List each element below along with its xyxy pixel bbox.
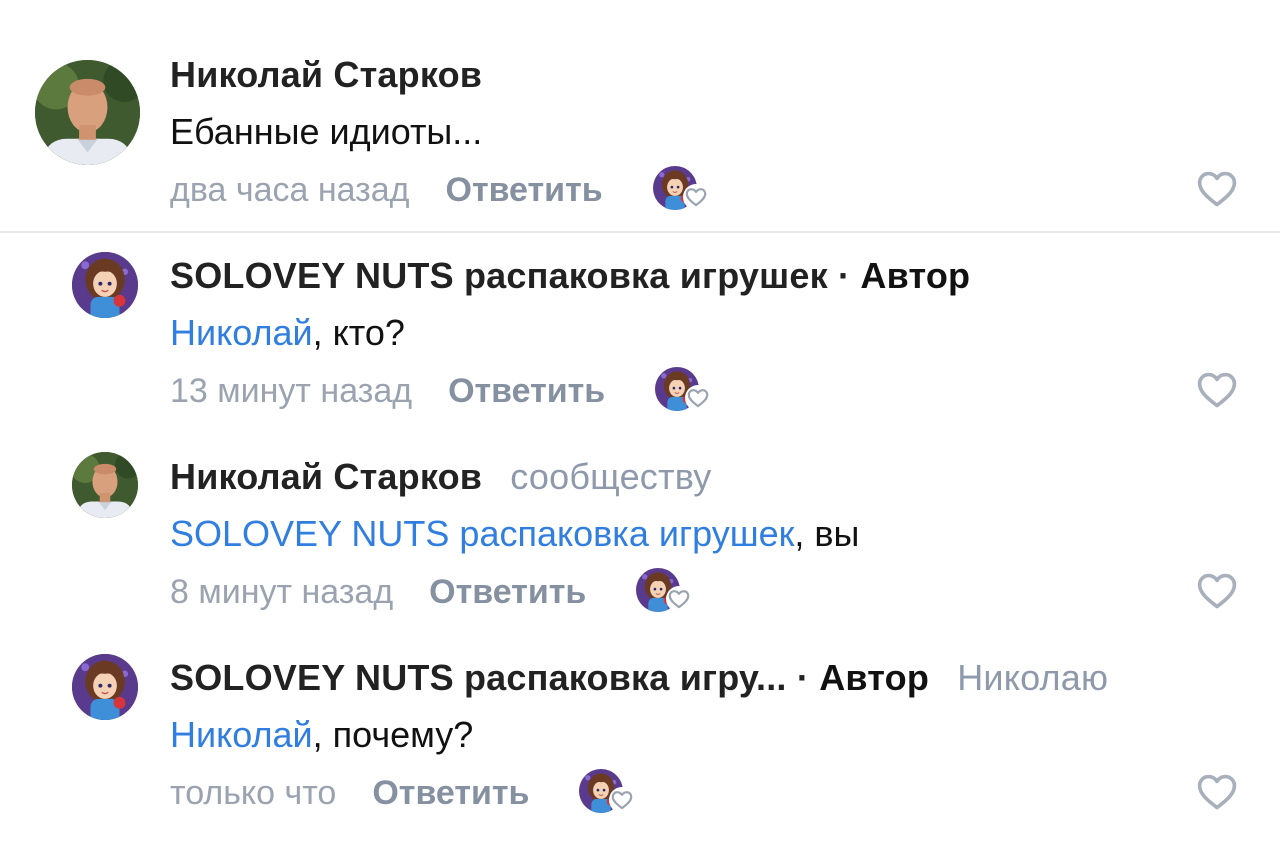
comment-body: , кто? <box>312 312 405 353</box>
author-liked-badge <box>655 367 712 415</box>
mini-heart-icon <box>609 787 636 813</box>
comment-text: SOLOVEY NUTS распаковка игрушек, вы <box>170 513 859 555</box>
heart-icon <box>1195 569 1239 613</box>
timestamp: 8 минут назад <box>170 572 394 611</box>
man-photo-avatar-icon <box>35 60 140 165</box>
cartoon-girl-avatar-icon <box>72 654 138 720</box>
like-button[interactable] <box>1195 368 1239 412</box>
mention-link[interactable]: SOLOVEY NUTS распаковка игрушек <box>170 513 794 554</box>
mention-link[interactable]: Николай <box>170 312 313 353</box>
separator-dot: · <box>838 255 851 296</box>
comment-header: Николай Старков <box>170 54 482 96</box>
author-liked-badge <box>653 166 709 214</box>
separator-dot: · <box>796 657 810 698</box>
like-button[interactable] <box>1195 569 1239 613</box>
mini-heart-icon <box>666 586 693 612</box>
comment-meta: 8 минут назад Ответить <box>170 567 693 617</box>
avatar[interactable] <box>72 654 138 720</box>
like-button[interactable] <box>1195 167 1239 211</box>
avatar[interactable] <box>72 252 138 318</box>
cartoon-girl-avatar-icon <box>72 252 138 318</box>
comment-meta: только что Ответить <box>170 768 636 818</box>
comment-text: Ебанные идиоты... <box>170 111 482 153</box>
comment-text: Николай, кто? <box>170 312 405 354</box>
author-name[interactable]: SOLOVEY NUTS распаковка игрушек <box>170 255 828 296</box>
reply-addressee[interactable]: Николаю <box>957 657 1108 698</box>
author-liked-badge <box>579 769 636 817</box>
reply-button[interactable]: Ответить <box>372 774 529 813</box>
heart-icon <box>1195 368 1239 412</box>
comment-text: Николай, почему? <box>170 714 473 756</box>
mini-heart-icon <box>682 184 709 210</box>
reply-addressee[interactable]: сообществу <box>510 456 711 497</box>
author-tag: Автор <box>819 657 930 698</box>
comment-meta: два часа назад Ответить <box>170 165 709 215</box>
like-button[interactable] <box>1195 770 1239 814</box>
comment-header: SOLOVEY NUTS распаковка игру... · Автор … <box>170 657 1108 699</box>
avatar[interactable] <box>35 60 140 165</box>
comment-header: SOLOVEY NUTS распаковка игрушек · Автор <box>170 255 970 297</box>
author-liked-badge <box>636 568 693 616</box>
avatar[interactable] <box>72 452 138 518</box>
comment-header: Николай Старков сообществу <box>170 456 711 498</box>
reply-button[interactable]: Ответить <box>448 372 605 411</box>
timestamp: два часа назад <box>170 170 410 209</box>
author-name[interactable]: Николай Старков <box>170 456 482 497</box>
comment-body: Ебанные идиоты... <box>170 111 483 152</box>
reply-button[interactable]: Ответить <box>429 573 586 612</box>
timestamp: 13 минут назад <box>170 371 413 410</box>
author-name[interactable]: Николай Старков <box>170 54 482 95</box>
heart-icon <box>1195 167 1239 211</box>
comment-body: , вы <box>794 513 860 554</box>
author-tag: Автор <box>860 255 971 296</box>
comment-meta: 13 минут назад Ответить <box>170 366 712 416</box>
divider <box>0 231 1280 233</box>
timestamp: только что <box>170 773 337 812</box>
man-photo-avatar-icon <box>72 452 138 518</box>
reply-button[interactable]: Ответить <box>446 171 603 210</box>
mention-link[interactable]: Николай <box>170 714 313 755</box>
comment-body: , почему? <box>312 714 474 755</box>
heart-icon <box>1195 770 1239 814</box>
author-name[interactable]: SOLOVEY NUTS распаковка игру... <box>170 657 787 698</box>
mini-heart-icon <box>685 385 712 411</box>
